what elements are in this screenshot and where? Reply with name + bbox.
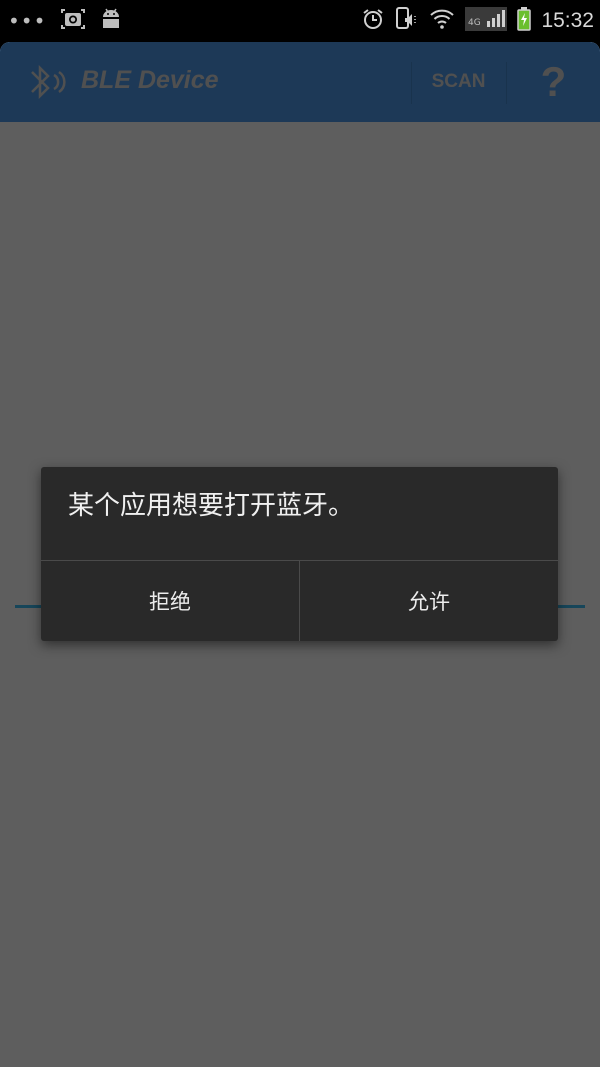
- clock: 15:32: [541, 9, 594, 32]
- screenshot-icon: [60, 7, 86, 35]
- more-dots-icon: •••: [8, 9, 47, 33]
- app-window: BLE Device SCAN ? 某个应用想要打开蓝牙。 拒绝 允许: [0, 42, 600, 1067]
- signal-4g-icon: 4G: [465, 7, 508, 35]
- wifi-icon: [429, 8, 455, 34]
- battery-charging-icon: [517, 7, 532, 35]
- android-icon: [100, 8, 122, 34]
- status-bar: ••• 4G 15:32: [0, 0, 600, 42]
- deny-button[interactable]: 拒绝: [41, 561, 299, 641]
- enable-bluetooth-dialog: 某个应用想要打开蓝牙。 拒绝 允许: [41, 467, 558, 641]
- alarm-icon: [361, 7, 385, 35]
- allow-button[interactable]: 允许: [300, 561, 558, 641]
- dialog-message: 某个应用想要打开蓝牙。: [68, 491, 355, 521]
- svg-text:4G: 4G: [468, 18, 481, 28]
- phone-silent-icon: [395, 6, 419, 36]
